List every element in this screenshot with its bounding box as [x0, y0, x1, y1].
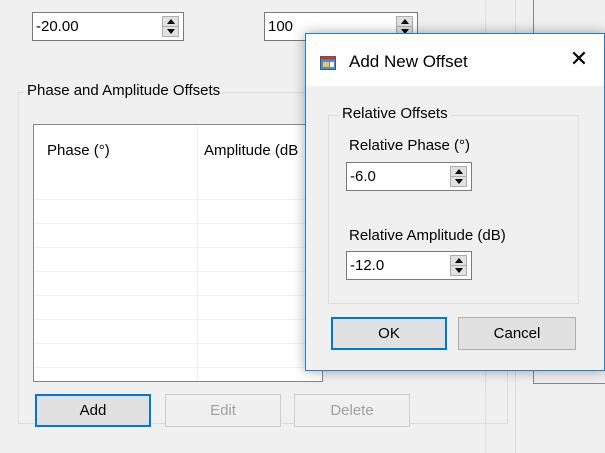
list-row-line — [34, 247, 322, 248]
relative-phase-value[interactable]: -6.0 — [350, 168, 376, 185]
add-button[interactable]: Add — [35, 394, 151, 427]
dialog-title: Add New Offset — [349, 52, 468, 71]
top-spinner-left-buttons[interactable] — [162, 16, 179, 37]
cancel-button[interactable]: Cancel — [458, 317, 576, 350]
delete-button[interactable]: Delete — [294, 394, 410, 427]
relative-amplitude-label: Relative Amplitude (dB) — [349, 227, 506, 244]
spin-up-icon — [401, 19, 409, 24]
relative-amplitude-value[interactable]: -12.0 — [350, 257, 384, 274]
list-row-line — [34, 343, 322, 344]
relative-amplitude-spinner[interactable]: -12.0 — [346, 251, 472, 280]
spin-down-icon — [455, 268, 463, 273]
list-row-line — [34, 271, 322, 272]
top-spinner-right-value: 100 — [268, 18, 294, 35]
edit-button[interactable]: Edit — [165, 394, 281, 427]
relative-offsets-label: Relative Offsets — [339, 105, 451, 122]
list-row-line — [34, 367, 322, 368]
relative-amplitude-spin-buttons[interactable] — [450, 255, 467, 276]
top-spinner-left[interactable]: -20.00 — [32, 12, 184, 41]
close-icon[interactable]: ✕ — [559, 44, 599, 76]
spin-up-icon — [455, 169, 463, 174]
relative-phase-spin-buttons[interactable] — [450, 166, 467, 187]
offsets-list[interactable]: Phase (°) Amplitude (dB — [33, 124, 323, 382]
list-header-phase[interactable]: Phase (°) — [47, 142, 110, 159]
offsets-group-label: Phase and Amplitude Offsets — [24, 82, 224, 99]
spin-up-icon — [455, 258, 463, 263]
spin-up-icon — [167, 19, 175, 24]
list-row-line — [34, 319, 322, 320]
list-row-line — [34, 295, 322, 296]
relative-phase-label: Relative Phase (°) — [349, 137, 471, 154]
list-row-line — [34, 199, 322, 200]
ok-button[interactable]: OK — [331, 317, 447, 350]
list-header-amplitude[interactable]: Amplitude (dB — [204, 142, 298, 159]
spin-down-icon — [455, 179, 463, 184]
spin-down-icon — [167, 29, 175, 34]
window-icon — [320, 56, 336, 70]
dialog-titlebar[interactable]: Add New Offset ✕ — [306, 34, 604, 86]
top-spinner-left-value: -20.00 — [36, 18, 79, 35]
list-row-line — [34, 223, 322, 224]
add-new-offset-dialog: Add New Offset ✕ Relative Offsets Relati… — [305, 33, 605, 371]
relative-phase-spinner[interactable]: -6.0 — [346, 162, 472, 191]
